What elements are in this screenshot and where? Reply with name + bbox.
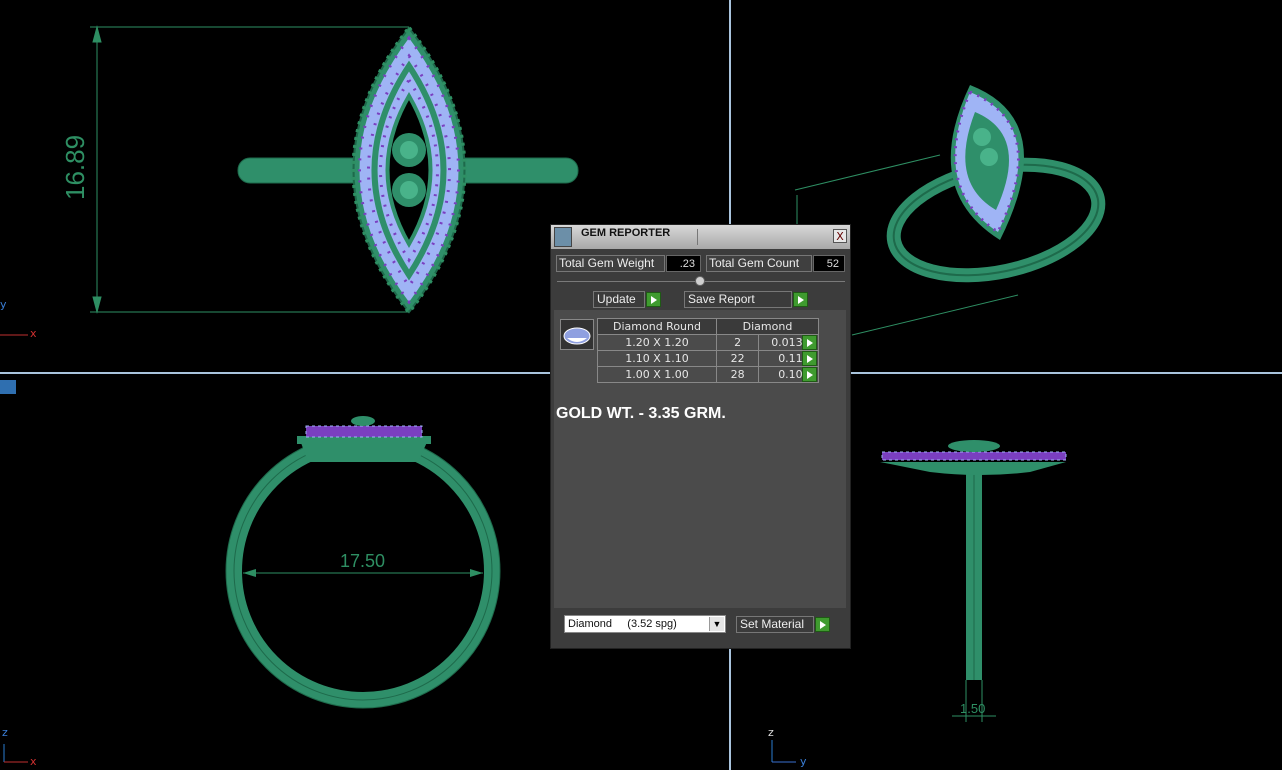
update-go-icon[interactable] bbox=[646, 292, 661, 307]
gem-count: 2 bbox=[715, 334, 760, 351]
side-view-axis-y-label: y bbox=[800, 755, 807, 768]
col-header-material: Diamond bbox=[716, 318, 819, 335]
gem-reporter-panel: GEM REPORTER X Total Gem Weight .23 Tota… bbox=[550, 224, 851, 649]
table-row[interactable]: 1.20 X 1.20 2 0.013tw bbox=[597, 334, 819, 351]
total-gem-weight-label: Total Gem Weight bbox=[556, 255, 665, 272]
titlebar-separator bbox=[697, 229, 698, 245]
gem-table-header: Diamond Round Diamond bbox=[597, 318, 819, 335]
front-view-axis-x-label: x bbox=[30, 755, 37, 768]
top-view-axis-y-label: y bbox=[0, 298, 7, 311]
gem-size: 1.00 X 1.00 bbox=[597, 366, 717, 383]
gem-reporter-app-icon bbox=[554, 227, 572, 247]
total-gem-count-value[interactable]: 52 bbox=[813, 255, 845, 272]
top-view-dimension-label: 16.89 bbox=[60, 134, 90, 200]
total-gem-count-label: Total Gem Count bbox=[706, 255, 812, 272]
table-row[interactable]: 1.10 X 1.10 22 0.11tw bbox=[597, 350, 819, 367]
gold-weight-note: GOLD WT. - 3.35 GRM. bbox=[556, 405, 726, 422]
front-view-dimension-label: 17.50 bbox=[340, 551, 386, 571]
gem-size: 1.10 X 1.10 bbox=[597, 350, 717, 367]
close-button[interactable]: X bbox=[833, 229, 847, 243]
set-material-go-icon[interactable] bbox=[815, 617, 830, 632]
total-gem-weight-value[interactable]: .23 bbox=[666, 255, 701, 272]
collapse-toggle-icon[interactable] bbox=[695, 276, 705, 286]
save-report-button[interactable]: Save Report bbox=[684, 291, 792, 308]
row-1-go-icon[interactable] bbox=[802, 335, 817, 350]
gem-reporter-title: GEM REPORTER bbox=[581, 227, 671, 239]
material-select-value: Diamond (3.52 spg) bbox=[568, 618, 677, 630]
set-material-button[interactable]: Set Material bbox=[736, 616, 814, 633]
gem-table: Diamond Round Diamond 1.20 X 1.20 2 0.01… bbox=[597, 318, 819, 383]
row-2-go-icon[interactable] bbox=[802, 351, 817, 366]
side-view-axis-z-label: z bbox=[768, 726, 774, 739]
front-view-axis-z-label: z bbox=[2, 726, 8, 739]
gem-size: 1.20 X 1.20 bbox=[597, 334, 717, 351]
diamond-gem-icon[interactable] bbox=[560, 319, 594, 350]
top-view-ring bbox=[237, 24, 579, 316]
gem-count: 22 bbox=[715, 350, 760, 367]
side-view-dimension-label: 1.50 bbox=[960, 701, 986, 716]
side-view-ring bbox=[880, 440, 1067, 722]
table-row[interactable]: 1.00 X 1.00 28 0.10tw bbox=[597, 366, 819, 383]
top-view-axis-x-label: x bbox=[30, 327, 37, 340]
chevron-down-icon[interactable]: ▼ bbox=[709, 617, 724, 631]
col-header-shape: Diamond Round bbox=[597, 318, 717, 335]
update-button[interactable]: Update bbox=[593, 291, 645, 308]
save-report-go-icon[interactable] bbox=[793, 292, 808, 307]
gem-reporter-titlebar[interactable]: GEM REPORTER X bbox=[551, 225, 850, 249]
front-view-axis bbox=[3, 744, 28, 763]
row-3-go-icon[interactable] bbox=[802, 367, 817, 382]
gem-count: 28 bbox=[715, 366, 760, 383]
material-select[interactable]: Diamond (3.52 spg) ▼ bbox=[564, 615, 726, 633]
side-view-axis bbox=[771, 740, 796, 763]
